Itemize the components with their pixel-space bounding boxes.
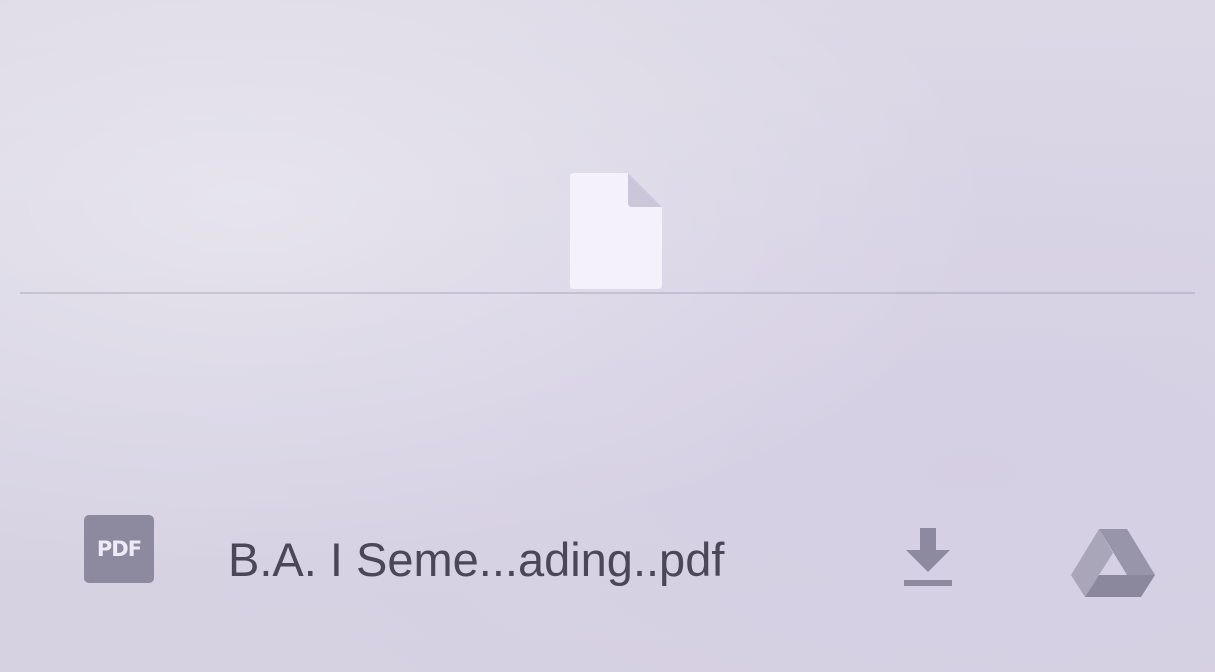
google-drive-icon (1070, 527, 1156, 602)
file-name: B.A. I Seme...ading..pdf (228, 533, 725, 586)
file-preview-area (0, 0, 1215, 480)
pdf-icon: PDF (84, 515, 154, 583)
file-viewer-screen: PDF B.A. I Seme...ading..pdf (0, 0, 1215, 672)
download-button[interactable] (895, 525, 961, 595)
blank-document-icon (570, 173, 662, 289)
download-icon (900, 526, 956, 595)
file-type-label: PDF (96, 537, 142, 561)
save-to-drive-button[interactable] (1068, 528, 1158, 600)
preview-divider (20, 292, 1195, 294)
